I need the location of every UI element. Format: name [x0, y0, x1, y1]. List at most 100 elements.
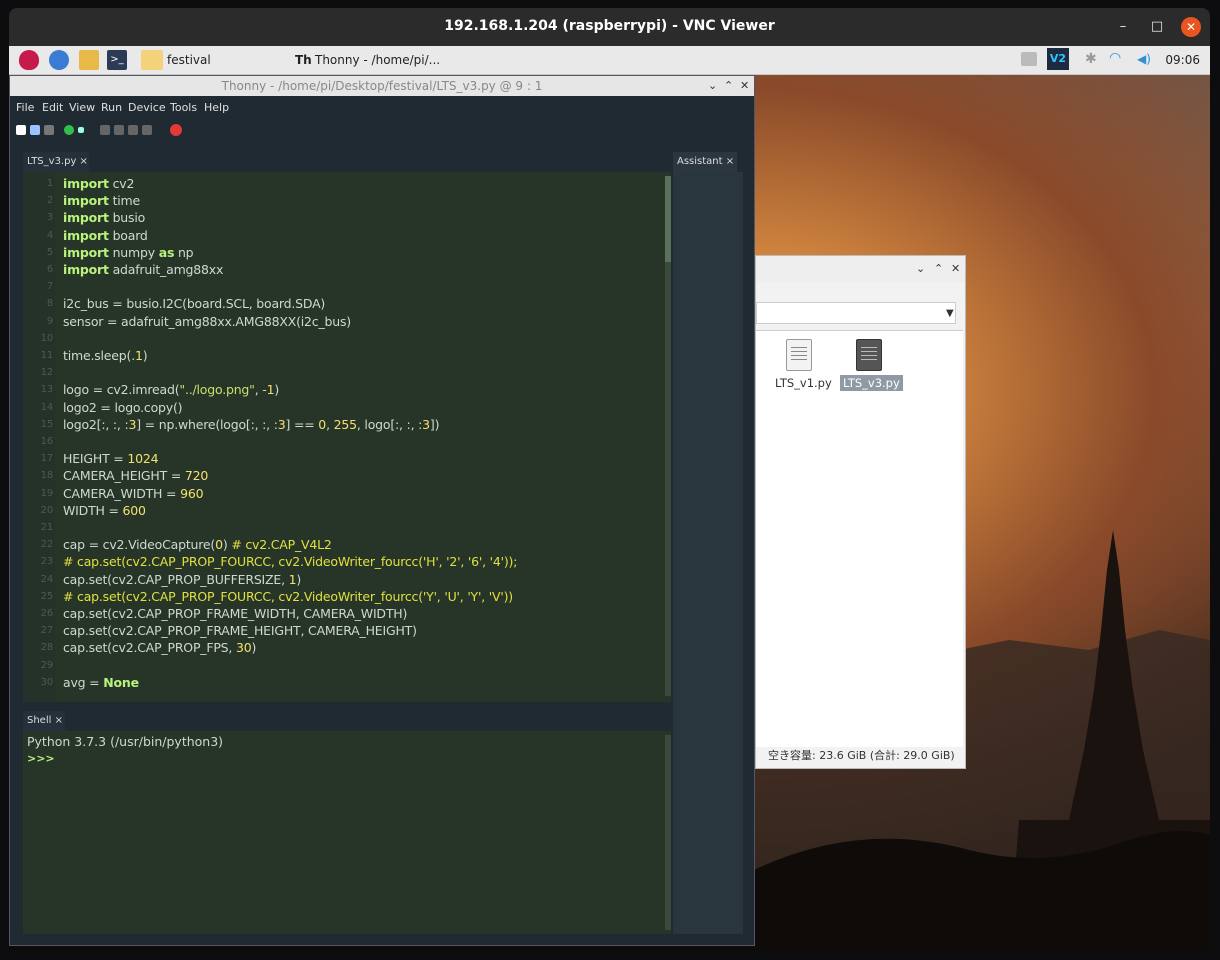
code-line[interactable]: 1 import cv2	[23, 176, 663, 193]
file-manager-icon[interactable]	[79, 50, 99, 70]
path-bar[interactable]	[756, 302, 956, 324]
menu-help[interactable]: Help	[204, 101, 229, 114]
code-editor[interactable]: 1 import cv2 2 import time 3 import busio 4 imp…	[23, 172, 671, 702]
code-line[interactable]: 13 logo = cv2.imread("../logo.png", -1)	[23, 382, 663, 399]
code-line[interactable]: 25 # cap.set(cv2.CAP_PROP_FOURCC, cv2.Vid…	[23, 589, 663, 606]
thonny-icon: Th	[295, 53, 312, 67]
code-text: cap.set(cv2.CAP_PROP_FPS, 30)	[63, 640, 257, 656]
code-line[interactable]: 28 cap.set(cv2.CAP_PROP_FPS, 30)	[23, 640, 663, 657]
remote-desktop[interactable]: >_ festival Th Thonny - /home/pi/... V2 …	[9, 46, 1210, 950]
code-line[interactable]: 10	[23, 331, 663, 348]
code-line[interactable]: 6 import adafruit_amg88xx	[23, 262, 663, 279]
line-number: 29	[40, 659, 54, 671]
keyboard-icon[interactable]	[1021, 52, 1037, 66]
menu-run[interactable]: Run	[101, 101, 122, 114]
taskbar-thonny-button[interactable]: Th Thonny - /home/pi/...	[293, 48, 443, 72]
code-line[interactable]: 20 WIDTH = 600	[23, 503, 663, 520]
code-line[interactable]: 22 cap = cv2.VideoCapture(0) # cv2.CAP_V4…	[23, 537, 663, 554]
free-space-status: 空き容量: 23.6 GiB (合計: 29.0 GiB)	[768, 749, 955, 762]
maximize-button[interactable]: □	[1147, 17, 1167, 37]
code-line[interactable]: 21	[23, 520, 663, 537]
tab-assistant[interactable]: Assistant ×	[673, 152, 737, 172]
step-over-icon[interactable]	[100, 125, 110, 135]
thonny-close-button[interactable]: ✕	[740, 79, 749, 92]
menu-device[interactable]: Device	[128, 101, 166, 114]
file-item-lts-v3[interactable]: LTS_v3.py	[840, 375, 903, 391]
close-button[interactable]: ✕	[1181, 17, 1201, 37]
vnc-server-icon[interactable]: V2	[1047, 48, 1069, 70]
run-icon[interactable]	[64, 125, 74, 135]
taskbar-folder-button[interactable]: festival	[139, 48, 279, 72]
fm-minimize-button[interactable]: ⌄	[916, 262, 925, 275]
fm-maximize-button[interactable]: ⌃	[934, 262, 943, 275]
code-line[interactable]: 12	[23, 365, 663, 382]
resume-icon[interactable]	[142, 125, 152, 135]
code-line[interactable]: 9 sensor = adafruit_amg88xx.AMG88XX(i2c_b…	[23, 314, 663, 331]
save-file-icon[interactable]	[44, 125, 54, 135]
line-number: 19	[40, 487, 54, 499]
code-text: logo2 = logo.copy()	[63, 399, 183, 415]
code-line[interactable]: 7	[23, 279, 663, 296]
thonny-maximize-button[interactable]: ⌃	[724, 79, 733, 92]
file-list[interactable]: LTS_v1.py LTS_v3.py	[756, 330, 963, 747]
thonny-minimize-button[interactable]: ⌄	[708, 79, 717, 92]
code-text: import board	[63, 227, 148, 243]
code-line[interactable]: 14 logo2 = logo.copy()	[23, 400, 663, 417]
fm-close-button[interactable]: ✕	[951, 262, 960, 275]
code-line[interactable]: 4 import board	[23, 228, 663, 245]
line-number: 10	[40, 332, 54, 344]
shell-scrollbar[interactable]	[665, 735, 671, 930]
code-line[interactable]: 3 import busio	[23, 210, 663, 227]
code-line[interactable]: 5 import numpy as np	[23, 245, 663, 262]
code-line[interactable]: 8 i2c_bus = busio.I2C(board.SCL, board.SD…	[23, 296, 663, 313]
line-number: 14	[40, 401, 54, 413]
code-line[interactable]: 19 CAMERA_WIDTH = 960	[23, 486, 663, 503]
code-line[interactable]: 15 logo2[:, :, :3] = np.where(logo[:, :, …	[23, 417, 663, 434]
tab-lts-v3[interactable]: LTS_v3.py ×	[23, 152, 89, 172]
menu-view[interactable]: View	[69, 101, 95, 114]
menu-edit[interactable]: Edit	[42, 101, 63, 114]
volume-icon[interactable]: ◀)	[1137, 52, 1155, 68]
code-line[interactable]: 30 avg = None	[23, 675, 663, 692]
code-line[interactable]: 2 import time	[23, 193, 663, 210]
file-item-lts-v1[interactable]: LTS_v1.py	[772, 375, 835, 391]
line-number: 4	[46, 229, 53, 241]
browser-icon[interactable]	[49, 50, 69, 70]
open-file-icon[interactable]	[30, 125, 40, 135]
code-text: import adafruit_amg88xx	[63, 262, 224, 277]
code-line[interactable]: 27 cap.set(cv2.CAP_PROP_FRAME_HEIGHT, CAM…	[23, 623, 663, 640]
raspberry-menu-icon[interactable]	[19, 50, 39, 70]
new-file-icon[interactable]	[16, 125, 26, 135]
minimize-button[interactable]: –	[1113, 17, 1133, 37]
terminal-icon[interactable]: >_	[107, 50, 127, 70]
step-into-icon[interactable]	[114, 125, 124, 135]
debug-icon[interactable]	[78, 127, 84, 133]
tab-shell[interactable]: Shell ×	[23, 711, 65, 731]
bluetooth-icon[interactable]: ✱	[1085, 51, 1097, 67]
code-line[interactable]: 17 HEIGHT = 1024	[23, 451, 663, 468]
thonny-title: Thonny - /home/pi/Desktop/festival/LTS_v…	[221, 79, 543, 93]
line-number: 13	[40, 384, 54, 396]
line-number: 23	[40, 556, 54, 568]
step-out-icon[interactable]	[128, 125, 138, 135]
stop-icon[interactable]	[170, 124, 182, 136]
menu-tools[interactable]: Tools	[170, 101, 197, 114]
python-file-icon[interactable]	[786, 339, 812, 371]
code-line[interactable]: 29	[23, 658, 663, 675]
code-text: HEIGHT = 1024	[63, 451, 159, 467]
code-line[interactable]: 23 # cap.set(cv2.CAP_PROP_FOURCC, cv2.Vid…	[23, 554, 663, 571]
code-line[interactable]: 24 cap.set(cv2.CAP_PROP_BUFFERSIZE, 1)	[23, 572, 663, 589]
code-line[interactable]: 26 cap.set(cv2.CAP_PROP_FRAME_WIDTH, CAME…	[23, 606, 663, 623]
menu-file[interactable]: File	[16, 101, 34, 114]
python-file-icon[interactable]	[856, 339, 882, 371]
editor-scrollbar-thumb[interactable]	[665, 176, 671, 262]
code-line[interactable]: 18 CAMERA_HEIGHT = 720	[23, 468, 663, 485]
shell-console[interactable]: Python 3.7.3 (/usr/bin/python3) >>>	[23, 731, 671, 934]
chevron-down-icon[interactable]: ▼	[946, 308, 954, 319]
code-text: sensor = adafruit_amg88xx.AMG88XX(i2c_bu…	[63, 313, 351, 329]
taskbar-folder-label: festival	[167, 53, 211, 67]
wifi-icon[interactable]: ◠	[1109, 50, 1127, 68]
code-line[interactable]: 11 time.sleep(.1)	[23, 348, 663, 365]
taskbar: >_ festival Th Thonny - /home/pi/... V2 …	[9, 46, 1210, 75]
code-line[interactable]: 16	[23, 434, 663, 451]
